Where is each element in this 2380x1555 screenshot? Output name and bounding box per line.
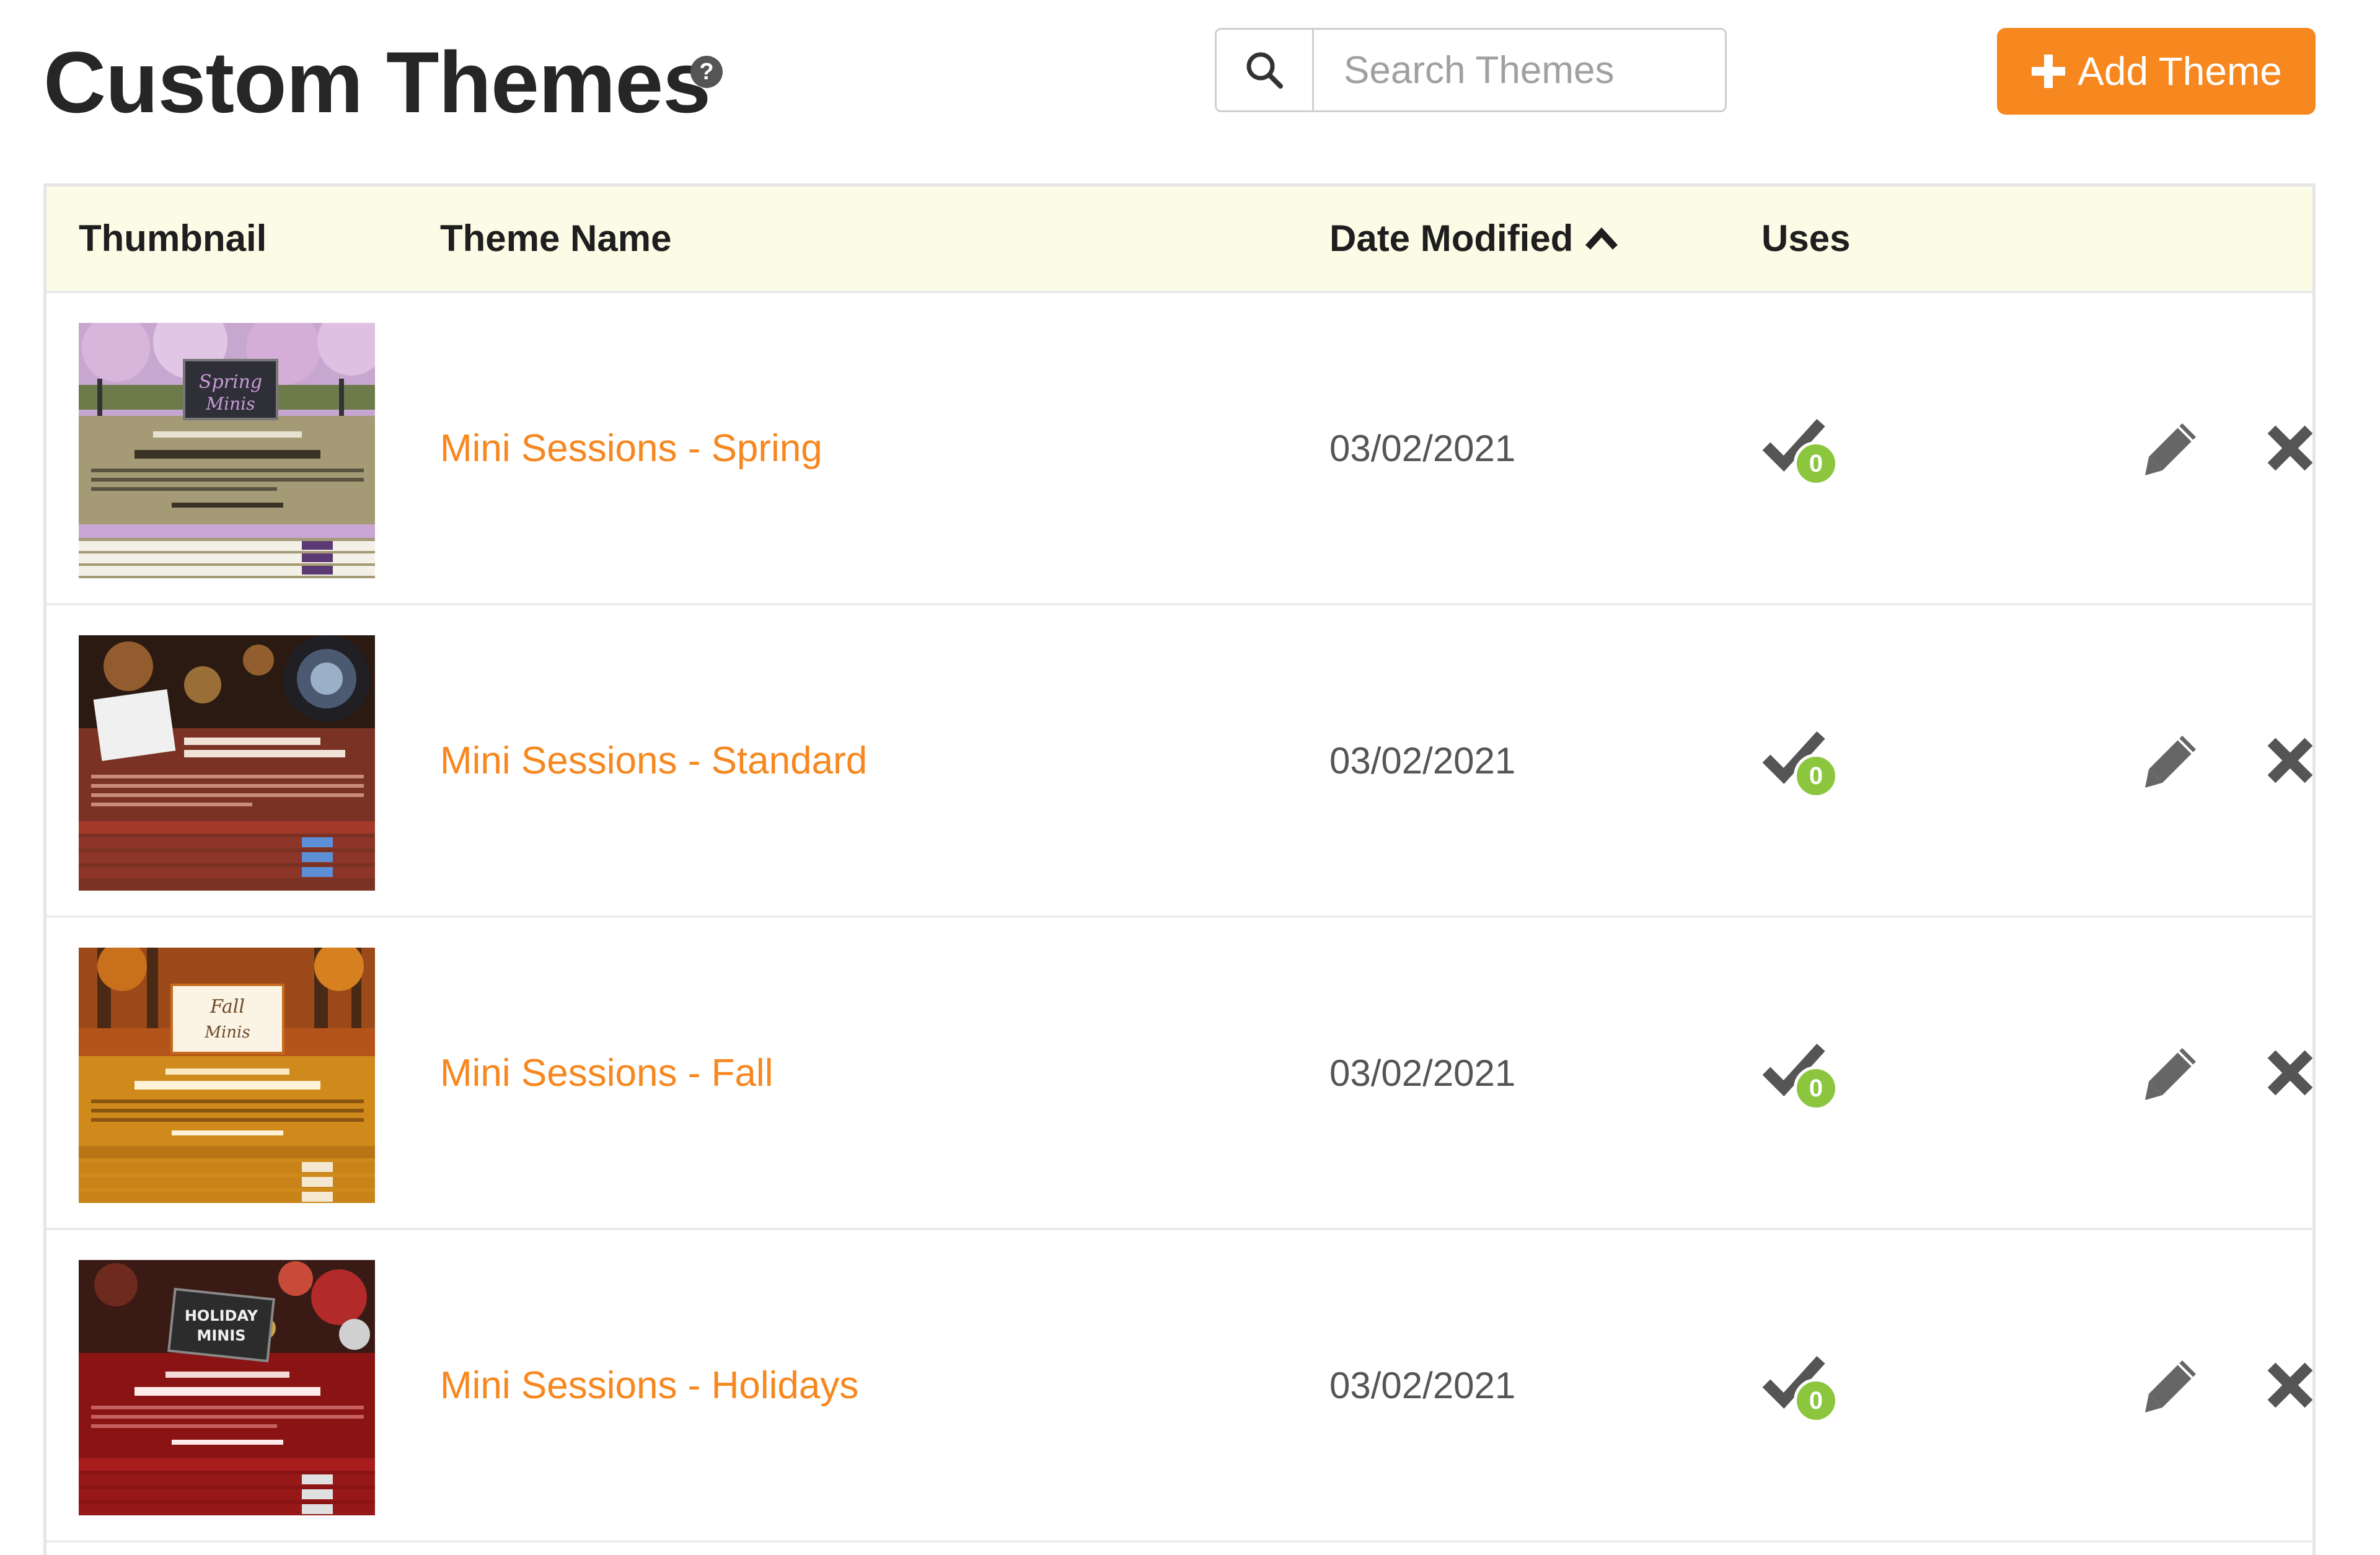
- search-icon[interactable]: [1217, 30, 1314, 110]
- uses-cell[interactable]: 0: [1761, 293, 1838, 603]
- table-row: HOLIDAY MINIS Mini Sessions - Holidays 0…: [46, 1230, 2312, 1543]
- date-modified: 03/02/2021: [1329, 427, 1516, 469]
- uses-count-badge: 0: [1794, 1378, 1838, 1423]
- edit-button[interactable]: [2134, 1230, 2208, 1540]
- theme-name-link[interactable]: Mini Sessions - Spring: [440, 293, 822, 603]
- pencil-icon: [2145, 1048, 2196, 1100]
- column-header-date-modified-label: Date Modified: [1329, 218, 1574, 259]
- search-input[interactable]: [1314, 30, 1868, 110]
- svg-text:Spring: Spring: [199, 371, 262, 393]
- page-title: Custom Themes: [43, 33, 711, 131]
- custom-themes-page: Custom Themes ? Add Theme Thumbnail Them…: [0, 0, 2380, 1555]
- check-icon: 0: [1761, 1351, 1838, 1423]
- pencil-icon: [2145, 736, 2196, 788]
- add-theme-button-label: Add Theme: [2078, 49, 2282, 94]
- theme-name-link[interactable]: Mini Sessions - Holidays: [440, 1230, 858, 1540]
- edit-button[interactable]: [2134, 918, 2208, 1228]
- table-row: Spring Minis Mini Sessions - Spring 03/0…: [46, 293, 2312, 606]
- theme-name-link[interactable]: Mini Sessions - Fall: [440, 918, 773, 1228]
- column-header-theme-name[interactable]: Theme Name: [440, 187, 671, 291]
- uses-cell[interactable]: 0: [1761, 918, 1838, 1228]
- close-icon: [2267, 1050, 2312, 1096]
- add-theme-button[interactable]: Add Theme: [1997, 28, 2316, 115]
- plus-icon: [2032, 55, 2066, 88]
- uses-count-badge: 0: [1794, 754, 1838, 798]
- date-modified: 03/02/2021: [1329, 1052, 1516, 1094]
- column-header-date-modified[interactable]: Date Modified: [1329, 187, 1619, 291]
- theme-thumbnail[interactable]: Fall Minis: [79, 948, 375, 1203]
- close-icon: [2267, 738, 2312, 783]
- close-icon: [2267, 1362, 2312, 1408]
- help-icon[interactable]: ?: [690, 56, 723, 88]
- pencil-icon: [2145, 423, 2196, 475]
- svg-text:HOLIDAY: HOLIDAY: [185, 1307, 258, 1324]
- uses-count-badge: 0: [1794, 441, 1838, 486]
- delete-button[interactable]: [2253, 1230, 2312, 1540]
- pencil-icon: [2145, 1360, 2196, 1412]
- column-header-uses[interactable]: Uses: [1761, 187, 1850, 291]
- date-modified: 03/02/2021: [1329, 1364, 1516, 1406]
- svg-text:MINIS: MINIS: [196, 1327, 245, 1344]
- theme-thumbnail[interactable]: HOLIDAY MINIS: [79, 1260, 375, 1515]
- theme-thumbnail[interactable]: Spring Minis: [79, 323, 375, 578]
- check-icon: 0: [1761, 414, 1838, 486]
- theme-name-link[interactable]: Mini Sessions - Standard: [440, 606, 867, 915]
- close-icon: [2267, 425, 2312, 471]
- table-row: Mini Sessions - Standard 03/02/2021 0: [46, 606, 2312, 918]
- uses-count-badge: 0: [1794, 1066, 1838, 1111]
- delete-button[interactable]: [2253, 606, 2312, 915]
- search-box: [1215, 28, 1868, 112]
- page-header: Custom Themes ? Add Theme: [0, 0, 2380, 186]
- theme-thumbnail[interactable]: [79, 635, 375, 891]
- themes-table: Thumbnail Theme Name Date Modified Uses: [43, 183, 2316, 1555]
- check-icon: 0: [1761, 726, 1838, 798]
- chevron-up-icon: [1585, 227, 1618, 250]
- svg-text:Fall: Fall: [209, 996, 245, 1018]
- date-modified: 03/02/2021: [1329, 739, 1516, 782]
- column-header-thumbnail: Thumbnail: [79, 218, 267, 259]
- edit-button[interactable]: [2134, 293, 2208, 603]
- edit-button[interactable]: [2134, 606, 2208, 915]
- table-header: Thumbnail Theme Name Date Modified Uses: [46, 187, 2312, 293]
- delete-button[interactable]: [2253, 293, 2312, 603]
- svg-text:Minis: Minis: [206, 394, 255, 414]
- check-icon: 0: [1761, 1039, 1838, 1111]
- table-row: Fall Minis Mini Sessions - Fall 03/02/20…: [46, 918, 2312, 1230]
- uses-cell[interactable]: 0: [1761, 1230, 1838, 1540]
- delete-button[interactable]: [2253, 918, 2312, 1228]
- uses-cell[interactable]: 0: [1761, 606, 1838, 915]
- svg-text:Minis: Minis: [204, 1023, 250, 1042]
